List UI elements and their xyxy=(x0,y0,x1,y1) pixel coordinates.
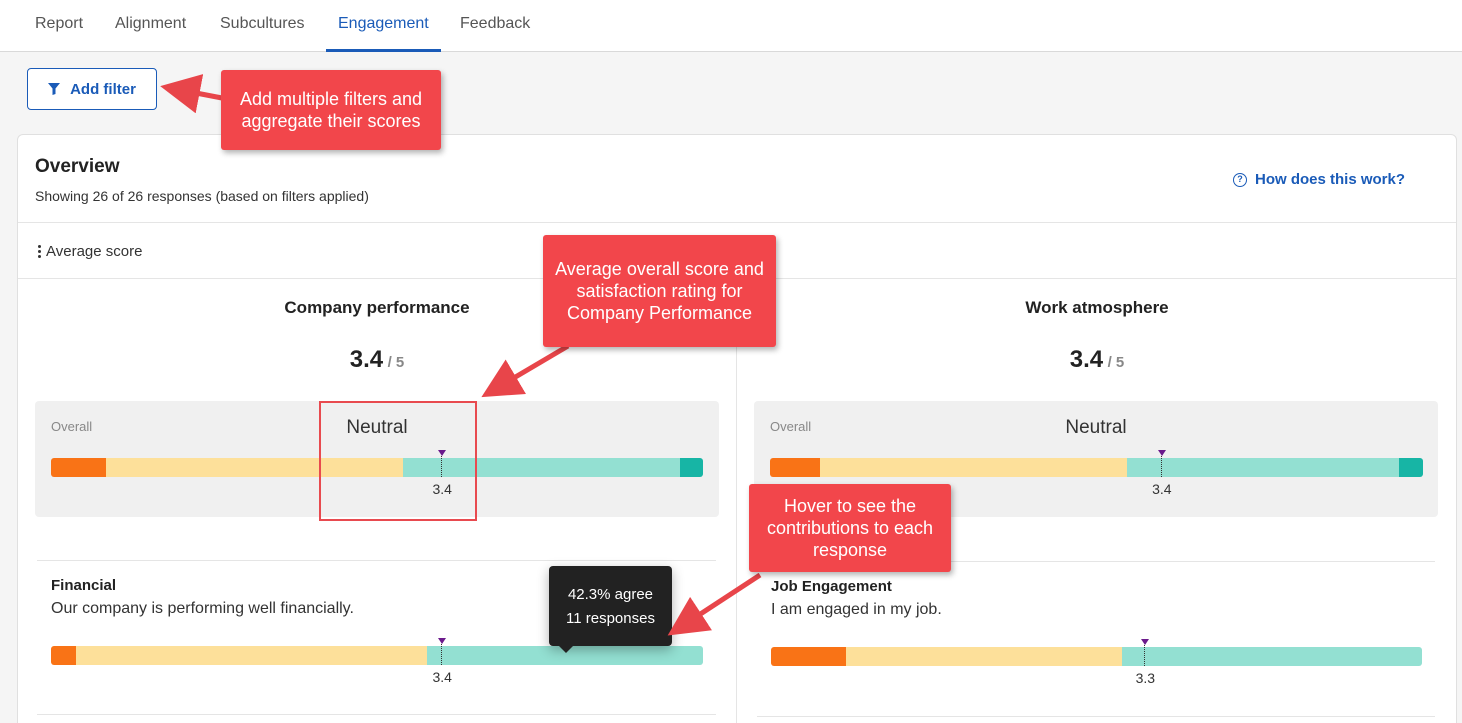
strongly-agree-segment[interactable] xyxy=(1398,458,1423,477)
overall-distribution-bar[interactable] xyxy=(770,458,1423,477)
strongly-disagree-segment[interactable] xyxy=(770,458,821,477)
add-filter-label: Add filter xyxy=(70,80,136,98)
add-filter-button[interactable]: Add filter xyxy=(27,68,157,110)
disagree-segment[interactable] xyxy=(845,647,1122,666)
average-score: 3.4 / 5 xyxy=(997,346,1197,374)
divider xyxy=(37,560,716,561)
marker-value: 3.4 xyxy=(1152,481,1172,497)
divider xyxy=(757,716,1435,717)
agree-segment[interactable] xyxy=(1127,458,1399,477)
item-distribution-bar[interactable] xyxy=(771,647,1422,666)
score-value: 3.4 xyxy=(349,346,384,373)
marker-value: 3.3 xyxy=(1135,670,1156,686)
score-max: / 5 xyxy=(1107,354,1125,371)
overview-subtitle: Showing 26 of 26 responses (based on fil… xyxy=(35,188,369,204)
tab-engagement[interactable]: Engagement xyxy=(326,0,441,52)
how-link-label: How does this work? xyxy=(1255,171,1406,188)
strongly-disagree-segment[interactable] xyxy=(771,647,846,666)
callout-filters: Add multiple filters and aggregate their… xyxy=(221,70,441,150)
callout-average: Average overall score and satisfaction r… xyxy=(543,235,776,347)
tooltip-count: 11 responses xyxy=(566,610,655,627)
item-title: Financial xyxy=(51,577,117,594)
item-title: Job Engagement xyxy=(771,578,892,595)
strongly-agree-segment[interactable] xyxy=(680,458,703,477)
help-icon: ? xyxy=(1233,172,1247,187)
average-marker xyxy=(437,638,447,665)
tab-alignment[interactable]: Alignment xyxy=(103,0,198,52)
strongly-disagree-segment[interactable] xyxy=(51,646,76,665)
disagree-segment[interactable] xyxy=(820,458,1128,477)
hover-tooltip: 42.3% agree 11 responses xyxy=(549,566,672,653)
overall-label: Overall xyxy=(770,419,812,434)
arrow-filters xyxy=(160,74,223,114)
score-max: / 5 xyxy=(387,354,405,371)
tab-subcultures[interactable]: Subcultures xyxy=(208,0,317,52)
tab-bar: Report Alignment Subcultures Engagement … xyxy=(0,0,1462,52)
disagree-segment[interactable] xyxy=(75,646,428,665)
more-vertical-icon xyxy=(38,245,41,258)
tab-feedback[interactable]: Feedback xyxy=(448,0,542,52)
average-score: 3.4 / 5 xyxy=(277,346,477,374)
how-does-this-work-link[interactable]: ? How does this work? xyxy=(1233,171,1405,188)
filter-icon xyxy=(48,83,61,95)
average-marker xyxy=(1140,639,1150,666)
column-divider xyxy=(736,295,737,723)
overall-label: Overall xyxy=(51,419,93,434)
tooltip-percent: 42.3% agree xyxy=(567,586,654,603)
strongly-disagree-segment[interactable] xyxy=(51,458,107,477)
item-question: Our company is performing well financial… xyxy=(51,600,354,617)
highlight-box xyxy=(319,401,477,521)
item-question: I am engaged in my job. xyxy=(771,601,942,618)
divider xyxy=(18,222,1456,223)
callout-hover: Hover to see the contributions to each r… xyxy=(749,484,951,572)
average-marker xyxy=(1157,450,1167,477)
sort-dropdown[interactable]: Average score xyxy=(38,243,142,260)
column-title: Company performance xyxy=(284,298,470,317)
sort-label: Average score xyxy=(46,243,143,260)
tab-report[interactable]: Report xyxy=(23,0,95,52)
score-value: 3.4 xyxy=(1069,346,1104,373)
overview-title: Overview xyxy=(35,156,120,177)
agree-segment[interactable] xyxy=(1121,647,1422,666)
divider xyxy=(37,714,716,715)
column-title: Work atmosphere xyxy=(1025,298,1169,317)
marker-value: 3.4 xyxy=(432,669,452,685)
item-distribution-bar[interactable] xyxy=(51,646,703,665)
sentiment-label: Neutral xyxy=(1065,417,1127,438)
